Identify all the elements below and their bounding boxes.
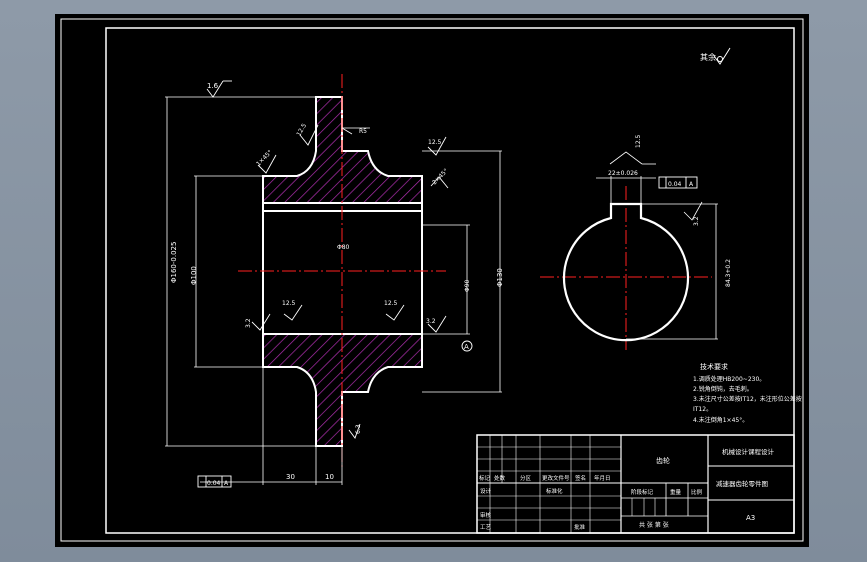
tb-approve: 批准 bbox=[574, 523, 586, 531]
dim-inner-left-roughness: 12.5 bbox=[282, 300, 296, 307]
tb-row-label-3: 分区 bbox=[520, 474, 532, 482]
tb-sheets: 共 张 第 张 bbox=[639, 521, 669, 529]
dim-hub-dia: Φ100 bbox=[190, 266, 198, 285]
tech-req-line-5: 4.未注倒角1×45°。 bbox=[693, 416, 748, 424]
tb-row-label-2: 处数 bbox=[494, 474, 506, 482]
dim-top-roughness: 1.6 bbox=[207, 82, 219, 90]
tol-box-value: 0.04 bbox=[207, 480, 221, 487]
dim-bottom-roughness: 6.3 bbox=[355, 424, 362, 434]
keyway-roughness: 12.5 bbox=[635, 134, 642, 148]
tb-weight: 重量 bbox=[670, 488, 682, 496]
dim-right-roughness: 3.2 bbox=[426, 318, 436, 325]
tb-drawing-no: A3 bbox=[746, 514, 755, 522]
svg-text:A: A bbox=[464, 343, 469, 351]
tech-req-title: 技术要求 bbox=[700, 362, 728, 371]
cad-drawing-window: 其余 1.6 12.5 R5 12.5 1×45° 2×45° 3.2 12.5… bbox=[0, 0, 867, 562]
tb-check: 审核 bbox=[480, 511, 492, 519]
tech-req-line-3: 3.未注尺寸公差按IT12，未注形位公差按 bbox=[693, 395, 802, 403]
tb-row-label-4: 更改文件号 bbox=[542, 474, 570, 482]
dim-bore-dia: Φ80 bbox=[337, 244, 350, 251]
tb-craft: 工艺 bbox=[480, 524, 492, 531]
tb-design: 设计 bbox=[480, 487, 492, 495]
tb-school: 机械设计课程设计 bbox=[722, 447, 775, 456]
dim-left-bore-roughness: 3.2 bbox=[245, 318, 252, 328]
tb-stage-mark: 阶段标记 bbox=[631, 488, 654, 496]
dim-top-right-roughness: 12.5 bbox=[428, 139, 442, 146]
keyway-width-dim: 22±0.026 bbox=[608, 170, 638, 177]
tb-part-name: 齿轮 bbox=[656, 456, 670, 465]
tech-req-line-2: 2.锐角倒钝，去毛刺。 bbox=[693, 385, 753, 393]
tb-drawing-title: 减速器齿轮零件图 bbox=[716, 479, 768, 488]
roughness-note-label: 其余 bbox=[700, 52, 716, 62]
dim-width-30: 30 bbox=[286, 473, 295, 481]
cad-drawing: 其余 1.6 12.5 R5 12.5 1×45° 2×45° 3.2 12.5… bbox=[55, 14, 809, 547]
dim-inner-right-roughness: 12.5 bbox=[384, 300, 398, 307]
keyway-depth-dim: 84.3+0.2 bbox=[725, 259, 732, 287]
tb-row-label-6: 年月日 bbox=[594, 474, 611, 482]
dim-right-dia: Φ90 bbox=[464, 279, 471, 292]
dim-overall-dia: Φ160-0.025 bbox=[170, 242, 178, 283]
tb-row-label-5: 签名 bbox=[575, 474, 586, 482]
tb-scale: 比例 bbox=[691, 488, 703, 496]
keyway-side-roughness: 3.2 bbox=[693, 216, 700, 226]
dim-outer-dia: Φ130 bbox=[496, 268, 504, 287]
tb-standard: 标准化 bbox=[546, 487, 563, 495]
drawing-sheet bbox=[55, 14, 809, 547]
dim-chamfer-label: R5 bbox=[359, 128, 367, 135]
dim-width-10: 10 bbox=[325, 473, 334, 481]
tb-row-label-1: 标记 bbox=[479, 474, 491, 482]
keyway-tol-value: 0.04 bbox=[668, 181, 682, 188]
tech-req-line-1: 1.调质处理HB200~230。 bbox=[693, 375, 765, 383]
tech-req-line-4: IT12。 bbox=[693, 406, 712, 413]
